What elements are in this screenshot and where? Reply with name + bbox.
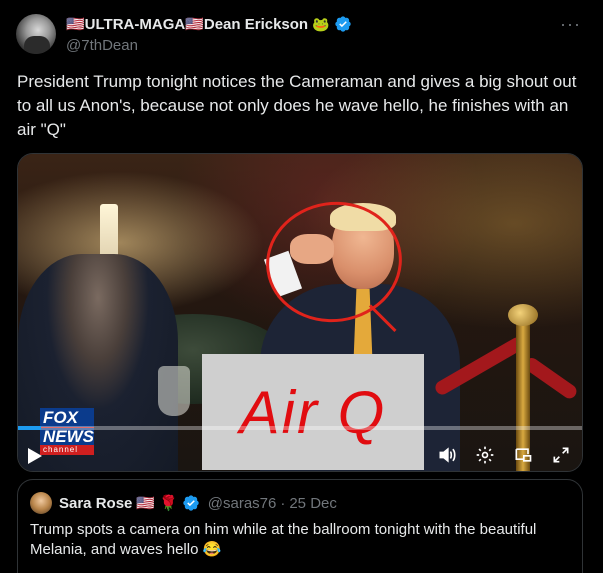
quote-date: 25 Dec <box>289 494 337 512</box>
more-options-icon[interactable]: ··· <box>560 14 581 35</box>
quote-author-handle: @saras76 <box>207 494 277 512</box>
air-q-text: Air Q <box>239 378 387 446</box>
logo-fox-text: FOX <box>40 408 94 427</box>
author-display-name[interactable]: 🇺🇸ULTRA-MAGA🇺🇸Dean Erickson <box>66 15 308 33</box>
frog-emoji: 🐸 <box>312 15 330 32</box>
wine-glass <box>158 366 190 416</box>
video-controls <box>436 444 572 466</box>
volume-icon[interactable] <box>436 444 458 466</box>
verified-badge-icon <box>183 495 199 511</box>
fullscreen-icon[interactable] <box>550 444 572 466</box>
logo-channel-text: channel <box>40 445 94 455</box>
quote-text: Trump spots a camera on him while at the… <box>30 521 537 558</box>
quote-author-row: Sara Rose 🇺🇸 🌹 @saras76 · 25 Dec <box>59 494 337 513</box>
video-progress-bar[interactable] <box>18 426 582 430</box>
flag-emoji: 🇺🇸 <box>136 495 156 512</box>
author-avatar[interactable] <box>16 14 56 54</box>
rose-emoji: 🌹 <box>159 495 178 512</box>
video-player[interactable]: Air Q FOX NEWS channel <box>17 153 583 472</box>
separator-dot: · <box>280 494 286 512</box>
author-name-row: 🇺🇸ULTRA-MAGA🇺🇸Dean Erickson 🐸 <box>66 15 352 33</box>
quote-author-name: Sara Rose <box>59 494 133 512</box>
settings-icon[interactable] <box>474 444 496 466</box>
fox-news-logo: FOX NEWS channel <box>40 408 96 466</box>
video-progress-fill <box>18 426 41 430</box>
play-icon[interactable] <box>28 448 42 464</box>
author-handle[interactable]: @7thDean <box>66 37 138 54</box>
quoted-tweet[interactable]: Sara Rose 🇺🇸 🌹 @saras76 · 25 Dec Trump s… <box>17 479 583 573</box>
velvet-rope <box>521 355 580 402</box>
picture-in-picture-icon[interactable] <box>512 444 534 466</box>
tweet[interactable]: 🇺🇸ULTRA-MAGA🇺🇸Dean Erickson 🐸 @7thDean ·… <box>0 0 603 573</box>
tweet-text: President Trump tonight notices the Came… <box>17 72 577 139</box>
stanchion-finial <box>508 304 538 326</box>
verified-badge-icon <box>334 16 351 32</box>
air-q-overlay: Air Q <box>202 354 424 470</box>
quote-author-avatar <box>30 492 52 514</box>
